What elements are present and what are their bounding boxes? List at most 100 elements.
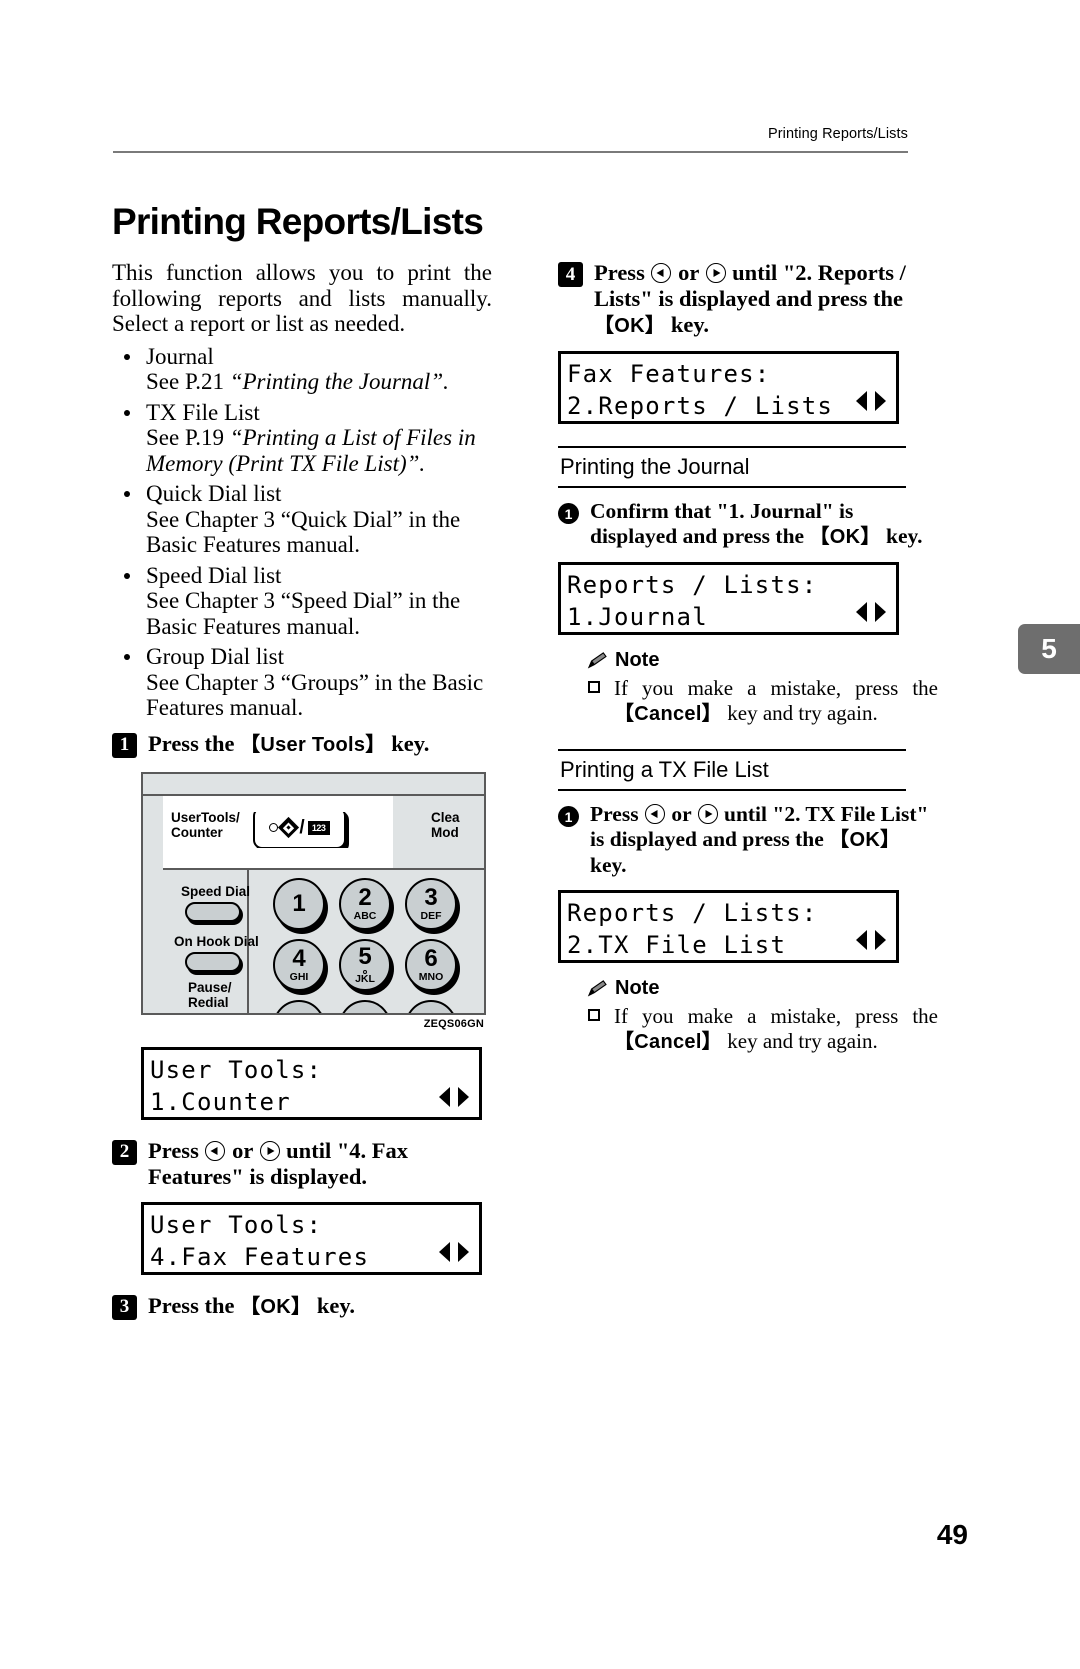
- step-text-mid: or: [672, 260, 705, 285]
- arrow-left-icon: [439, 1086, 450, 1107]
- on-hook-dial-key[interactable]: [185, 951, 241, 972]
- numpad-digit: 6: [424, 944, 438, 972]
- list-item: Quick Dial list See Chapter 3 “Quick Dia…: [112, 481, 492, 558]
- list-item-title: Quick Dial list: [146, 481, 282, 506]
- numpad-key-9[interactable]: 9: [405, 999, 457, 1015]
- list-item-ref: See Chapter 3 “Quick Dial” in the Basic …: [146, 506, 461, 558]
- header-rule: [113, 151, 908, 153]
- txfile-substep-1: 1 Press or until "2. TX File List" is di…: [558, 802, 938, 878]
- step-text: Press or until "2. Reports / Lists" is d…: [594, 260, 938, 339]
- panel-horizontal-divider: [163, 867, 484, 870]
- numpad-key-4[interactable]: 4 GHI: [273, 938, 325, 991]
- lcd-line-2: 2.TX File List: [567, 931, 787, 959]
- slash-separator: /: [299, 816, 305, 838]
- numpad-letters: DEF: [420, 909, 442, 922]
- speed-dial-key[interactable]: [185, 901, 241, 922]
- arrow-right-icon: [458, 1086, 469, 1107]
- key-user-tools: 【User Tools】: [240, 733, 386, 756]
- step-number: 3: [112, 1294, 137, 1320]
- numpad-key-8[interactable]: 8: [339, 999, 391, 1015]
- lcd-screen-user-tools-fax: User Tools: 4.Fax Features: [141, 1201, 482, 1275]
- note-item: If you make a mistake, press the 【Cancel…: [586, 1004, 938, 1055]
- step-text-before: Press: [148, 1137, 205, 1163]
- substep-text: Confirm that "1. Journal" is displayed a…: [590, 499, 938, 550]
- lcd-scroll-arrows-icon: [439, 1241, 469, 1262]
- section-title: Printing the Journal: [560, 454, 750, 479]
- lcd-scroll-arrows-icon: [856, 391, 886, 411]
- lcd-scroll-arrows-icon: [856, 930, 886, 950]
- note-label: Note: [615, 977, 660, 999]
- lcd-line-1: User Tools:: [150, 1210, 323, 1239]
- numpad-key-5[interactable]: 5 JKL: [339, 938, 391, 991]
- numpad-key-1[interactable]: 1: [273, 877, 325, 930]
- step-text: Press the 【OK】 key.: [148, 1293, 492, 1320]
- numpad-letters: GHI: [289, 970, 309, 983]
- step-text: Press or until "4. Fax Features" is disp…: [148, 1138, 492, 1190]
- list-item: Group Dial list See Chapter 3 “Groups” i…: [112, 644, 492, 721]
- lcd-screen-user-tools-counter: User Tools: 1.Counter: [141, 1046, 482, 1120]
- numpad-key-2[interactable]: 2 ABC: [339, 877, 391, 930]
- lcd-scroll-arrows-icon: [856, 602, 886, 622]
- key-ok: 【OK】: [594, 315, 666, 337]
- step-text-before: Press: [594, 260, 651, 285]
- arrow-right-key-icon: [259, 1140, 280, 1161]
- pencil-icon: [587, 651, 607, 668]
- list-item-ref-italic: “Printing the Journal”.: [229, 369, 449, 394]
- step-number: 1: [112, 732, 137, 758]
- lcd-line-2: 2.Reports / Lists: [567, 392, 834, 420]
- arrow-left-icon: [856, 602, 867, 622]
- user-tools-counter-key[interactable]: / 123: [253, 806, 346, 849]
- right-column: 4 Press or until "2. Reports / Lists" is…: [558, 260, 938, 1055]
- numpad-digit: 3: [424, 883, 438, 911]
- numpad-digit: 8: [358, 1014, 371, 1015]
- numpad-digit: 4: [292, 944, 306, 972]
- key-ok: 【OK】: [240, 1295, 312, 1318]
- numpad-digit: 1: [292, 889, 306, 917]
- list-item: Journal See P.21 “Printing the Journal”.: [112, 344, 492, 395]
- page-title: Printing Reports/Lists: [112, 200, 484, 242]
- numpad-key-7[interactable]: 7: [273, 999, 325, 1013]
- user-tools-diamond-icon: [278, 816, 300, 839]
- numpad-letters: JKL: [355, 972, 375, 985]
- label-user-tools-counter: UserTools/Counter: [171, 809, 240, 840]
- control-panel-figure: UserTools/Counter Clea Mod / 123 Speed Di…: [141, 771, 486, 1030]
- note-bullet-square-icon: [588, 1009, 600, 1021]
- bullet-dot: [124, 409, 130, 416]
- list-item: TX File List See P.19 “Printing a List o…: [112, 400, 492, 477]
- note-text-after: key and try again.: [722, 1029, 878, 1053]
- step-text-before: Press the: [148, 1292, 241, 1318]
- note-journal: Note If you make a mistake, press the 【C…: [558, 649, 938, 727]
- numpad-letters: MNO: [418, 970, 444, 983]
- step-text: Press the 【User Tools】 key.: [148, 731, 492, 758]
- lcd-line-1: Reports / Lists:: [567, 899, 818, 927]
- label-clear-modes: Clea Mod: [431, 809, 460, 840]
- key-cancel: 【Cancel】: [614, 1031, 722, 1053]
- substep-text-mid: or: [665, 802, 697, 826]
- numpad-key-6[interactable]: 6 MNO: [405, 938, 457, 991]
- note-txfile: Note If you make a mistake, press the 【C…: [558, 977, 938, 1055]
- numpad-key-3[interactable]: 3 DEF: [405, 877, 457, 930]
- section-rule-bottom: [558, 789, 906, 791]
- bullet-dot: [124, 654, 130, 660]
- chapter-tab: 5: [1018, 624, 1080, 674]
- list-item-title: Group Dial list: [146, 644, 284, 669]
- list-item-title: Speed Dial list: [146, 562, 282, 588]
- arrow-left-key-icon: [205, 1140, 226, 1161]
- substep-text-after: key.: [880, 524, 923, 548]
- arrow-right-icon: [458, 1241, 469, 1262]
- section-printing-the-journal: Printing the Journal: [558, 446, 938, 488]
- substep-number: 1: [558, 806, 579, 827]
- section-rule-bottom: [558, 486, 906, 488]
- callout-mask-top: [163, 795, 393, 812]
- step-number: 4: [558, 262, 583, 287]
- numpad-digit: 9: [424, 1014, 437, 1015]
- substep-text-after-2: key.: [590, 853, 627, 877]
- arrow-right-key-icon: [705, 263, 726, 283]
- control-panel-illustration: UserTools/Counter Clea Mod / 123 Speed Di…: [141, 771, 486, 1015]
- lcd-scroll-arrows-icon: [439, 1086, 469, 1107]
- panel-top-strip: [143, 773, 484, 796]
- list-item-ref: See P.19: [146, 425, 230, 450]
- note-label: Note: [615, 649, 660, 671]
- list-item-ref: See P.21: [146, 369, 230, 394]
- step-text-before: Press the: [148, 730, 241, 756]
